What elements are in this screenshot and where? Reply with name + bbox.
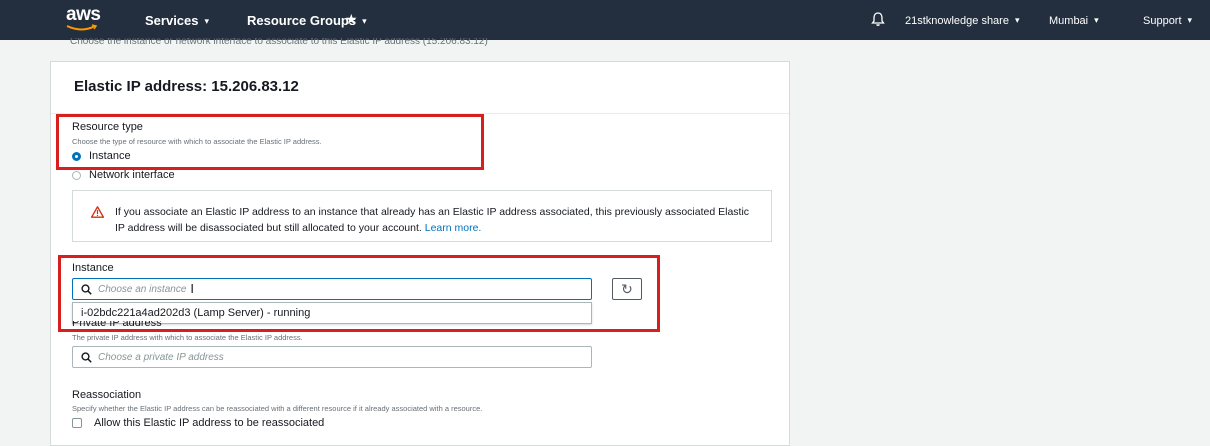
warning-icon [91,206,104,218]
page-description: Choose the instance or network interface… [70,38,488,47]
reassociation-checkbox-row[interactable]: Allow this Elastic IP address to be reas… [72,417,324,429]
warning-alert: If you associate an Elastic IP address t… [72,190,772,242]
radio-network-interface[interactable]: Network interface [72,169,175,181]
radio-button[interactable] [72,170,81,180]
support-label: Support [1143,15,1182,27]
alert-message: If you associate an Elastic IP address t… [115,204,755,236]
pin-icon[interactable]: ★ [345,11,358,28]
chevron-down-icon: ▾ [1014,15,1020,25]
aws-logo[interactable]: aws [66,5,101,25]
private-ip-placeholder: Choose a private IP address [98,351,224,363]
aws-smile-icon [66,24,98,31]
reassociation-checkbox-label: Allow this Elastic IP address to be reas… [94,417,325,429]
chevron-down-icon: ▾ [362,16,367,26]
learn-more-link[interactable]: Learn more. [425,222,482,234]
private-ip-select[interactable]: Choose a private IP address [72,346,592,368]
private-ip-description: The private IP address with which to ass… [72,333,303,342]
services-menu[interactable]: Services ▾ [145,13,209,28]
region-menu[interactable]: Mumbai ▾ [1049,15,1099,27]
chevron-down-icon: ▾ [1187,15,1193,25]
services-label: Services [145,13,199,28]
resource-groups-label: Resource Groups [247,13,357,28]
top-navigation-bar: aws Services ▾ Resource Groups ▾ ★ 21stkno… [0,0,1210,40]
bell-icon[interactable] [870,11,886,27]
account-menu[interactable]: 21stknowledge share ▾ [905,15,1020,27]
panel-title: Elastic IP address: 15.206.83.12 [74,78,299,95]
reassociation-description: Specify whether the Elastic IP address c… [72,404,483,413]
region-label: Mumbai [1049,15,1089,27]
radio-network-interface-label: Network interface [89,169,175,181]
search-icon [81,351,92,363]
chevron-down-icon: ▾ [204,16,210,26]
highlight-instance [58,255,660,332]
panel-header: Elastic IP address: 15.206.83.12 [51,62,789,114]
reassociation-label: Reassociation [72,389,142,401]
reassociation-checkbox[interactable] [72,418,82,428]
account-label: 21stknowledge share [905,15,1009,27]
chevron-down-icon: ▾ [1094,15,1099,25]
highlight-resource-type [56,114,484,170]
support-menu[interactable]: Support ▾ [1143,15,1192,27]
